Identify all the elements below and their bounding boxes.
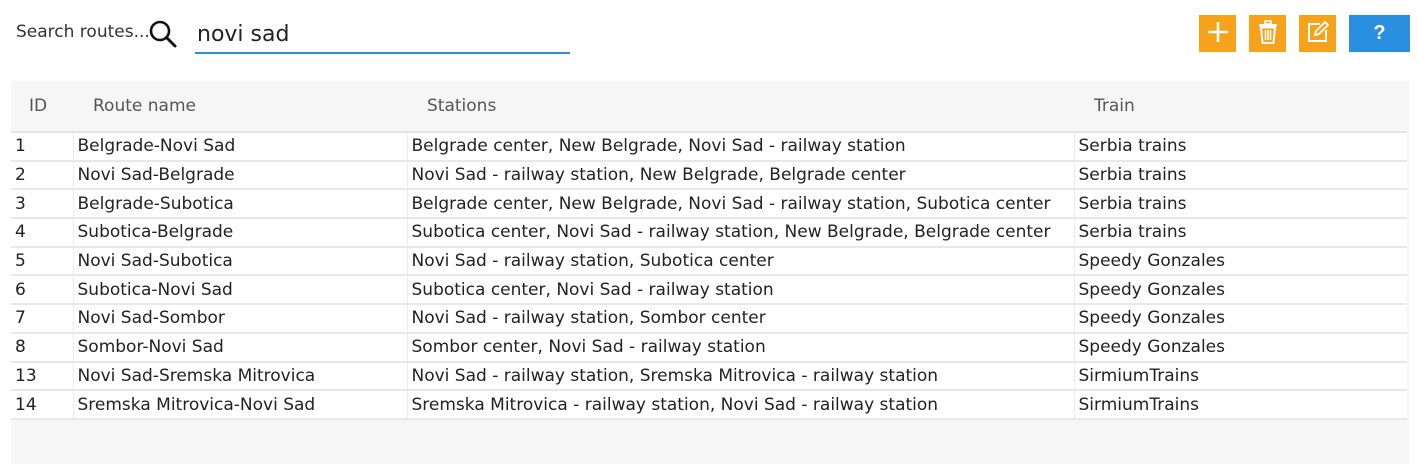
- cell-train: Serbia trains: [1074, 160, 1407, 191]
- table-row[interactable]: 13 Novi Sad-Sremska Mitrovica Novi Sad - r…: [11, 361, 1407, 392]
- cell-stations: Novi Sad - railway station, Sremska Mitr…: [407, 361, 1075, 392]
- cell-stations: Sombor center, Novi Sad - railway statio…: [407, 332, 1075, 363]
- add-route-button[interactable]: [1199, 15, 1236, 52]
- cell-train: Speedy Gonzales: [1074, 332, 1407, 363]
- search-icon[interactable]: [148, 19, 178, 49]
- cell-route-name: Novi Sad-Belgrade: [73, 160, 408, 191]
- table-row[interactable]: 5 Novi Sad-Subotica Novi Sad - railway sta…: [11, 246, 1407, 277]
- cell-stations: Novi Sad - railway station, Sombor cente…: [407, 304, 1075, 334]
- cell-id: 14: [11, 390, 74, 420]
- cell-id: 5: [11, 246, 74, 277]
- trash-icon: [1257, 20, 1279, 47]
- delete-route-button[interactable]: [1249, 15, 1286, 52]
- column-header-id[interactable]: ID: [11, 81, 73, 133]
- cell-id: 6: [11, 275, 74, 306]
- cell-train: Serbia trains: [1074, 132, 1407, 162]
- cell-stations: Subotica center, Novi Sad - railway stat…: [407, 218, 1075, 248]
- cell-route-name: Subotica-Novi Sad: [73, 275, 408, 306]
- cell-stations: Belgrade center, New Belgrade, Novi Sad …: [407, 132, 1075, 162]
- cell-id: 7: [11, 304, 74, 334]
- cell-route-name: Novi Sad-Subotica: [73, 246, 408, 277]
- table-row[interactable]: 6 Subotica-Novi Sad Subotica center, Novi …: [11, 275, 1407, 306]
- table-header-row: ID Route name Stations Train: [11, 81, 1407, 133]
- cell-train: Speedy Gonzales: [1074, 275, 1407, 306]
- cell-stations: Novi Sad - railway station, Subotica cen…: [407, 246, 1075, 277]
- cell-train: Speedy Gonzales: [1074, 246, 1407, 277]
- cell-train: SirmiumTrains: [1074, 390, 1407, 420]
- cell-id: 2: [11, 160, 74, 191]
- routes-table: ID Route name Stations Train 1 Belgrade-N…: [11, 81, 1407, 420]
- cell-train: Serbia trains: [1074, 218, 1407, 248]
- cell-route-name: Subotica-Belgrade: [73, 218, 408, 248]
- cell-stations: Belgrade center, New Belgrade, Novi Sad …: [407, 189, 1075, 220]
- table-row[interactable]: 7 Novi Sad-Sombor Novi Sad - railway stati…: [11, 304, 1407, 334]
- cell-route-name: Novi Sad-Sombor: [73, 304, 408, 334]
- cell-route-name: Belgrade-Novi Sad: [73, 132, 408, 162]
- help-label: ?: [1373, 22, 1386, 44]
- cell-route-name: Sombor-Novi Sad: [73, 332, 408, 363]
- cell-id: 8: [11, 332, 74, 363]
- cell-train: SirmiumTrains: [1074, 361, 1407, 392]
- table-row[interactable]: 14 Sremska Mitrovica-Novi Sad Sremska Mitr…: [11, 390, 1407, 420]
- cell-train: Serbia trains: [1074, 189, 1407, 220]
- search-input[interactable]: [195, 16, 570, 54]
- table-row[interactable]: 3 Belgrade-Subotica Belgrade center, New B…: [11, 189, 1407, 220]
- table-row[interactable]: 8 Sombor-Novi Sad Sombor center, Novi Sad …: [11, 332, 1407, 363]
- cell-id: 4: [11, 218, 74, 248]
- search-label: Search routes...: [16, 22, 150, 42]
- cell-id: 13: [11, 361, 74, 392]
- cell-stations: Sremska Mitrovica - railway station, Nov…: [407, 390, 1075, 420]
- edit-icon: [1306, 20, 1330, 47]
- cell-id: 3: [11, 189, 74, 220]
- plus-icon: [1206, 20, 1230, 47]
- cell-route-name: Sremska Mitrovica-Novi Sad: [73, 390, 408, 420]
- routes-table-container: ID Route name Stations Train 1 Belgrade-N…: [11, 81, 1409, 464]
- table-row[interactable]: 2 Novi Sad-Belgrade Novi Sad - railway sta…: [11, 160, 1407, 191]
- table-row[interactable]: 1 Belgrade-Novi Sad Belgrade center, New B…: [11, 132, 1407, 162]
- column-header-train[interactable]: Train: [1074, 81, 1407, 133]
- edit-route-button[interactable]: [1299, 15, 1336, 52]
- cell-stations: Novi Sad - railway station, New Belgrade…: [407, 160, 1075, 191]
- cell-id: 1: [11, 132, 74, 162]
- cell-stations: Subotica center, Novi Sad - railway stat…: [407, 275, 1075, 306]
- cell-route-name: Novi Sad-Sremska Mitrovica: [73, 361, 408, 392]
- cell-train: Speedy Gonzales: [1074, 304, 1407, 334]
- cell-route-name: Belgrade-Subotica: [73, 189, 408, 220]
- table-row[interactable]: 4 Subotica-Belgrade Subotica center, Novi …: [11, 218, 1407, 248]
- column-header-stations[interactable]: Stations: [407, 81, 1074, 133]
- column-header-route-name[interactable]: Route name: [73, 81, 407, 133]
- help-button[interactable]: ?: [1349, 15, 1410, 52]
